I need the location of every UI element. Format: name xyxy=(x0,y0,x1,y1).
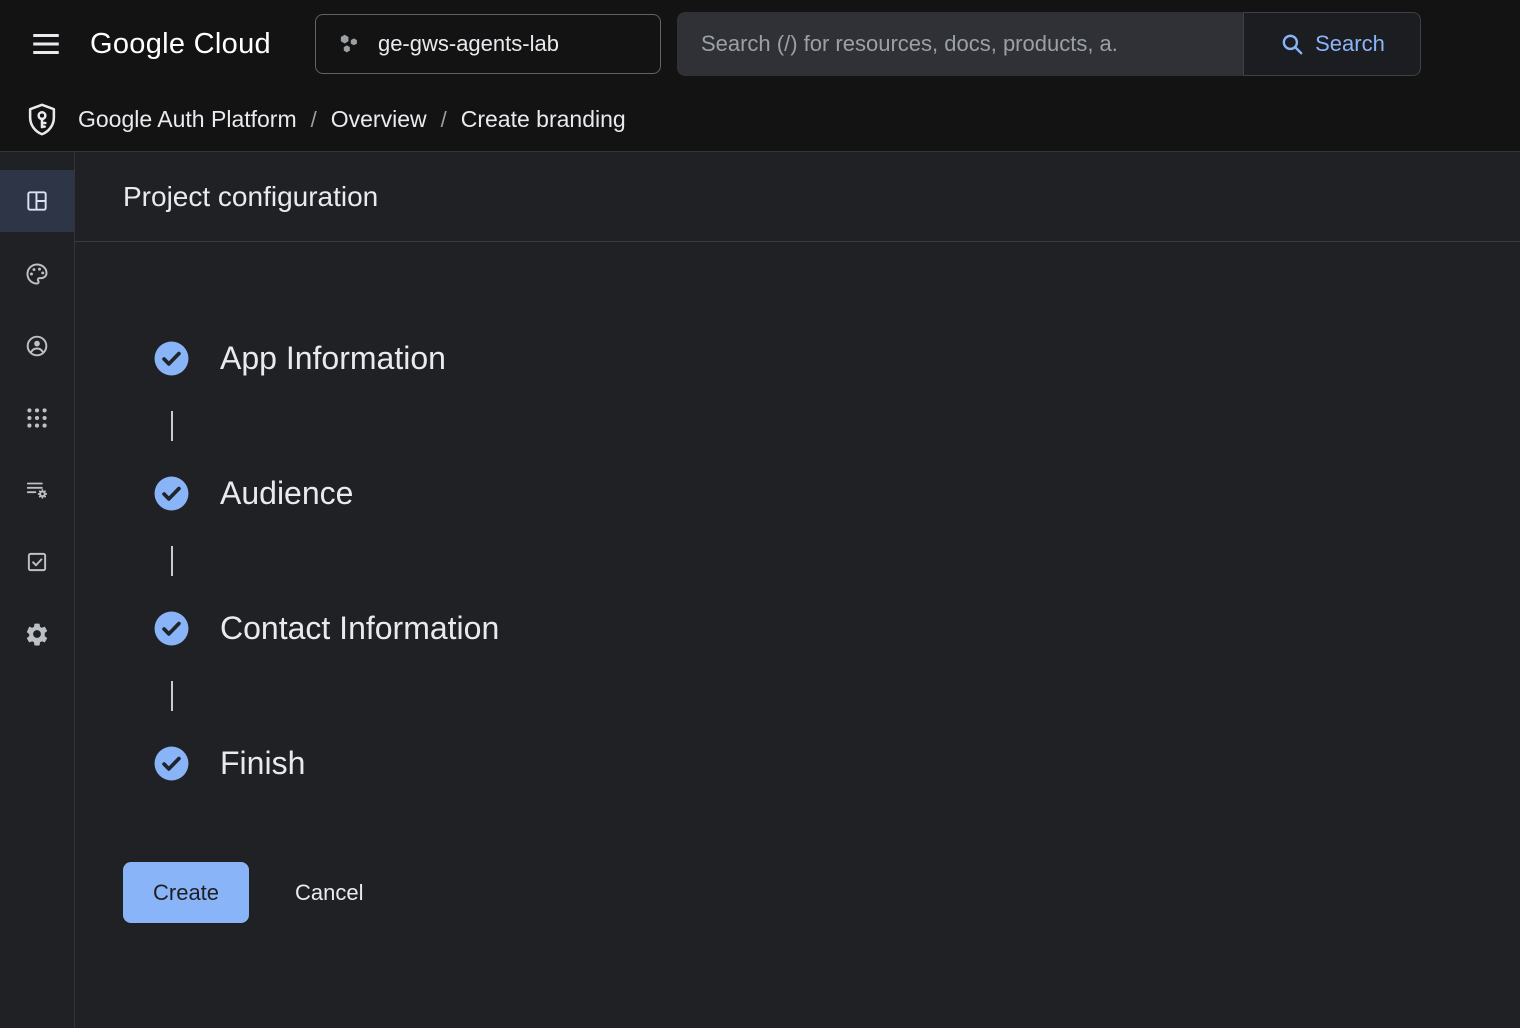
breadcrumb: Google Auth Platform / Overview / Create… xyxy=(0,88,1520,152)
sidebar-item-branding[interactable] xyxy=(0,238,74,310)
check-circle-icon xyxy=(153,475,190,512)
search-button[interactable]: Search xyxy=(1243,12,1421,76)
check-circle-icon xyxy=(153,610,190,647)
menu-button[interactable] xyxy=(20,18,72,70)
project-selector[interactable]: ge-gws-agents-lab xyxy=(315,14,661,74)
step-label: Contact Information xyxy=(220,610,499,647)
sidebar-nav xyxy=(0,152,75,1028)
app-window: Google Cloud ge-gws-agents-lab Search xyxy=(0,0,1520,1028)
sidebar-item-clients[interactable] xyxy=(0,382,74,454)
search-input[interactable] xyxy=(677,12,1243,76)
auth-platform-icon xyxy=(20,98,64,142)
page-title: Project configuration xyxy=(123,181,378,213)
check-circle-icon xyxy=(153,745,190,782)
create-button[interactable]: Create xyxy=(123,862,249,923)
sidebar-item-audience[interactable] xyxy=(0,310,74,382)
cancel-button[interactable]: Cancel xyxy=(291,872,367,914)
step-connector xyxy=(171,681,173,711)
breadcrumb-item-overview[interactable]: Overview xyxy=(331,106,427,133)
project-icon xyxy=(336,31,362,57)
step-connector xyxy=(171,546,173,576)
list-settings-icon xyxy=(24,477,50,503)
checkbox-icon xyxy=(24,549,50,575)
sidebar-item-data-access[interactable] xyxy=(0,454,74,526)
check-circle-icon xyxy=(153,340,190,377)
search-button-label: Search xyxy=(1315,31,1385,57)
page-header: Project configuration xyxy=(75,152,1520,242)
step-label: App Information xyxy=(220,340,446,377)
step-label: Finish xyxy=(220,745,305,782)
action-bar: Create Cancel xyxy=(75,862,1520,923)
settings-icon xyxy=(24,621,50,647)
breadcrumb-separator: / xyxy=(441,107,447,133)
step-connector xyxy=(171,411,173,441)
step-app-information[interactable]: App Information xyxy=(153,340,1520,377)
main-content: Project configuration App Information xyxy=(75,152,1520,1028)
hamburger-icon xyxy=(29,27,63,61)
step-audience[interactable]: Audience xyxy=(153,475,1520,512)
search-bar: Search xyxy=(677,12,1421,76)
breadcrumb-item-create-branding: Create branding xyxy=(461,106,626,133)
step-contact-information[interactable]: Contact Information xyxy=(153,610,1520,647)
apps-icon xyxy=(24,405,50,431)
step-finish[interactable]: Finish xyxy=(153,745,1520,782)
google-cloud-logo[interactable]: Google Cloud xyxy=(90,28,271,61)
search-icon xyxy=(1279,31,1305,57)
sidebar-item-settings[interactable] xyxy=(0,598,74,670)
sidebar-item-verification[interactable] xyxy=(0,526,74,598)
top-bar: Google Cloud ge-gws-agents-lab Search xyxy=(0,0,1520,88)
dashboard-icon xyxy=(24,188,50,214)
breadcrumb-item-auth-platform[interactable]: Google Auth Platform xyxy=(78,106,297,133)
wizard-stepper: App Information Audience Con xyxy=(75,242,1520,782)
account-icon xyxy=(24,333,50,359)
palette-icon xyxy=(24,261,50,287)
breadcrumb-separator: / xyxy=(311,107,317,133)
sidebar-item-overview[interactable] xyxy=(0,170,74,232)
step-label: Audience xyxy=(220,475,353,512)
project-selector-label: ge-gws-agents-lab xyxy=(378,31,559,57)
